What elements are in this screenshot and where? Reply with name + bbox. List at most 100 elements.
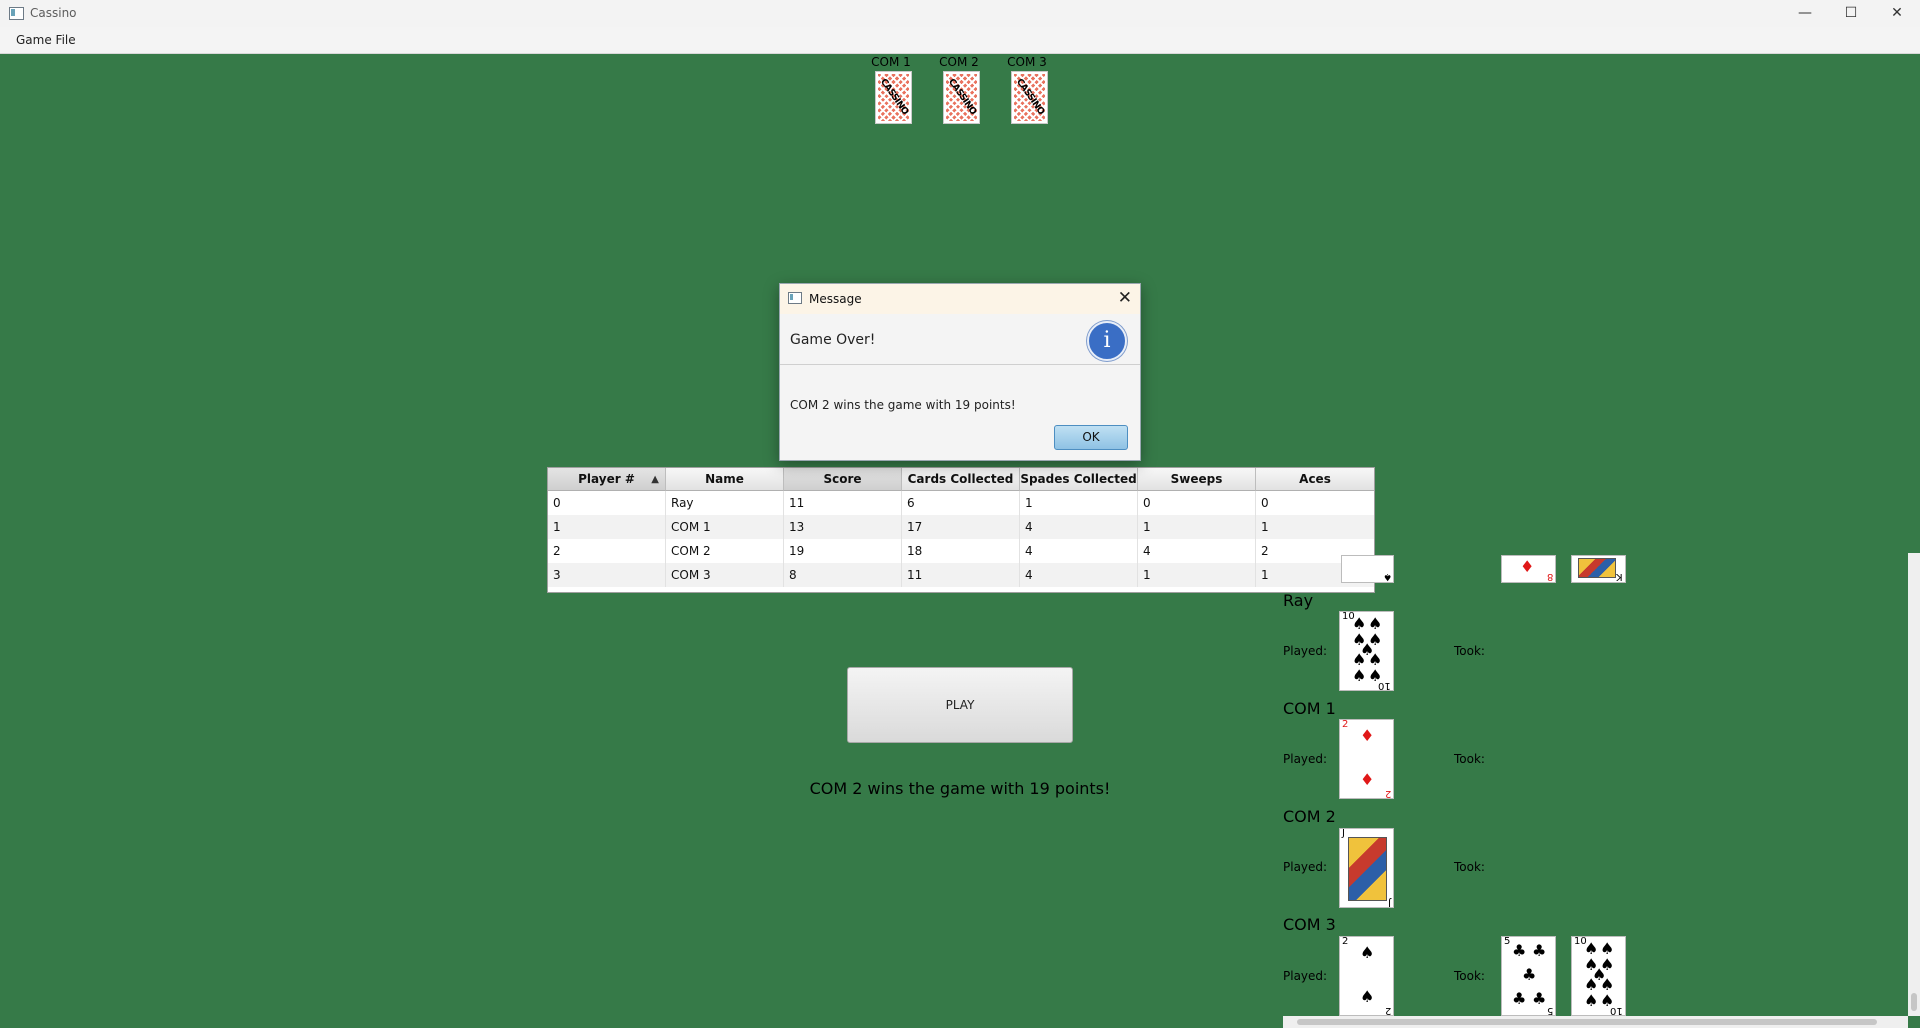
card-rank: 2 <box>1384 788 1391 799</box>
club-icon: ♣ <box>1512 941 1527 960</box>
played-label: Played: <box>1283 969 1328 983</box>
cell-spades-collected: 4 <box>1020 515 1138 539</box>
column-header-player-number[interactable]: Player # ▲ <box>548 468 666 491</box>
card-rank: J <box>1388 897 1391 908</box>
menu-game-file[interactable]: Game File <box>16 33 76 47</box>
cell-player-number: 1 <box>548 515 666 539</box>
history-player-name: Ray <box>1283 591 1314 610</box>
column-header-score[interactable]: Score <box>784 468 902 491</box>
spade-icon: ♠ <box>1360 987 1375 1006</box>
took-label: Took: <box>1454 860 1485 874</box>
ok-button[interactable]: OK <box>1054 425 1128 450</box>
played-card-com2: J J <box>1339 828 1394 908</box>
opponent-label-com1: COM 1 <box>871 55 911 69</box>
cell-cards-collected: 6 <box>902 491 1020 515</box>
history-player-name: COM 2 <box>1283 807 1336 826</box>
opponent-card-back: CASSINO <box>1011 71 1048 124</box>
history-card-partial: ♠ <box>1341 555 1394 583</box>
status-message: COM 2 wins the game with 19 points! <box>809 779 1111 798</box>
card-corner: 8 <box>1546 571 1553 582</box>
maximize-button[interactable]: ☐ <box>1828 0 1874 27</box>
card-rank: 2 <box>1384 1005 1391 1016</box>
history-player-name: COM 1 <box>1283 699 1336 718</box>
menu-bar: Game File <box>0 27 1920 54</box>
history-card-partial: K <box>1571 555 1626 583</box>
played-label: Played: <box>1283 644 1328 658</box>
cell-player-number: 0 <box>548 491 666 515</box>
cell-name: Ray <box>666 491 784 515</box>
spade-icon: ♠ <box>1360 943 1375 962</box>
vertical-scrollbar[interactable] <box>1908 553 1920 1016</box>
sort-ascending-icon: ▲ <box>651 474 659 485</box>
table-row[interactable]: 2 COM 2 19 18 4 4 2 <box>548 539 1374 563</box>
diamond-icon: ♦ <box>1520 557 1535 576</box>
column-header-sweeps[interactable]: Sweeps <box>1138 468 1256 491</box>
column-header-cards-collected[interactable]: Cards Collected <box>902 468 1020 491</box>
cell-score: 13 <box>784 515 902 539</box>
minimize-button[interactable]: — <box>1782 0 1828 27</box>
card-corner: K <box>1616 571 1623 582</box>
app-icon <box>9 7 24 20</box>
dialog-message: COM 2 wins the game with 19 points! <box>790 398 1016 412</box>
cell-name: COM 1 <box>666 515 784 539</box>
spade-icon: ♠ <box>1352 666 1367 685</box>
took-card: 5 ♣ ♣ ♣ ♣ ♣ 5 <box>1501 936 1556 1016</box>
window-icon <box>788 292 802 304</box>
message-dialog: Message ✕ Game Over! i COM 2 wins the ga… <box>779 283 1141 461</box>
cell-spades-collected: 4 <box>1020 539 1138 563</box>
title-bar: Cassino — ☐ ✕ <box>0 0 1920 27</box>
dialog-close-icon[interactable]: ✕ <box>1118 288 1132 308</box>
table-row[interactable]: 1 COM 1 13 17 4 1 1 <box>548 515 1374 539</box>
cell-sweeps: 0 <box>1138 491 1256 515</box>
dialog-header: Game Over! i <box>780 314 1140 365</box>
club-icon: ♣ <box>1522 965 1537 984</box>
card-rank: J <box>1342 828 1345 839</box>
close-window-button[interactable]: ✕ <box>1874 0 1920 27</box>
took-label: Took: <box>1454 752 1485 766</box>
scroll-thumb[interactable] <box>1911 993 1917 1011</box>
column-header-spades-collected[interactable]: Spades Collected <box>1020 468 1138 491</box>
scroll-thumb[interactable] <box>1297 1019 1877 1025</box>
cell-name: COM 2 <box>666 539 784 563</box>
cell-player-number: 2 <box>548 539 666 563</box>
diamond-icon: ♦ <box>1360 726 1375 745</box>
opponent-card-back: CASSINO <box>875 71 912 124</box>
diamond-icon: ♦ <box>1360 770 1375 789</box>
cell-aces: 1 <box>1261 520 1269 534</box>
table-row[interactable]: 3 COM 3 8 11 4 1 1 <box>548 563 1374 587</box>
spade-icon: ♠ <box>1584 991 1599 1010</box>
cell-aces: 0 <box>1261 496 1269 510</box>
play-button[interactable]: PLAY <box>847 667 1073 743</box>
cell-sweeps: 1 <box>1138 515 1256 539</box>
played-label: Played: <box>1283 860 1328 874</box>
card-rank: 2 <box>1342 719 1349 730</box>
king-face-image <box>1578 558 1616 578</box>
cell-spades-collected: 4 <box>1020 563 1138 587</box>
history-card-partial: ♦ 8 <box>1501 555 1556 583</box>
jack-face-image <box>1348 837 1387 901</box>
cell-cards-collected: 18 <box>902 539 1020 563</box>
cell-score: 11 <box>784 491 902 515</box>
club-icon: ♣ <box>1512 989 1527 1008</box>
opponent-label-com3: COM 3 <box>1007 55 1047 69</box>
card-rank: 10 <box>1378 680 1391 691</box>
info-icon: i <box>1087 321 1127 361</box>
card-rank: 5 <box>1546 1005 1553 1016</box>
cell-cards-collected: 11 <box>902 563 1020 587</box>
club-icon: ♣ <box>1532 941 1547 960</box>
column-header-aces[interactable]: Aces <box>1256 468 1374 491</box>
card-rank: 5 <box>1504 936 1511 947</box>
cell-sweeps: 1 <box>1138 563 1256 587</box>
cell-score: 8 <box>784 563 902 587</box>
column-header-name[interactable]: Name <box>666 468 784 491</box>
cell-cards-collected: 17 <box>902 515 1020 539</box>
took-label: Took: <box>1454 644 1485 658</box>
column-header-label: Player # <box>578 472 635 486</box>
table-row[interactable]: 0 Ray 11 6 1 0 0 <box>548 491 1374 515</box>
dialog-title-bar: Message ✕ <box>780 284 1140 314</box>
played-card-com3: 2 ♠ ♠ 2 <box>1339 936 1394 1016</box>
horizontal-scrollbar[interactable] <box>1283 1016 1908 1028</box>
took-card: 10 ♠ ♠ ♠ ♠ ♠ ♠ ♠ ♠ ♠ 10 <box>1571 936 1626 1016</box>
club-icon: ♣ <box>1532 989 1547 1008</box>
window-title: Cassino <box>30 6 77 20</box>
